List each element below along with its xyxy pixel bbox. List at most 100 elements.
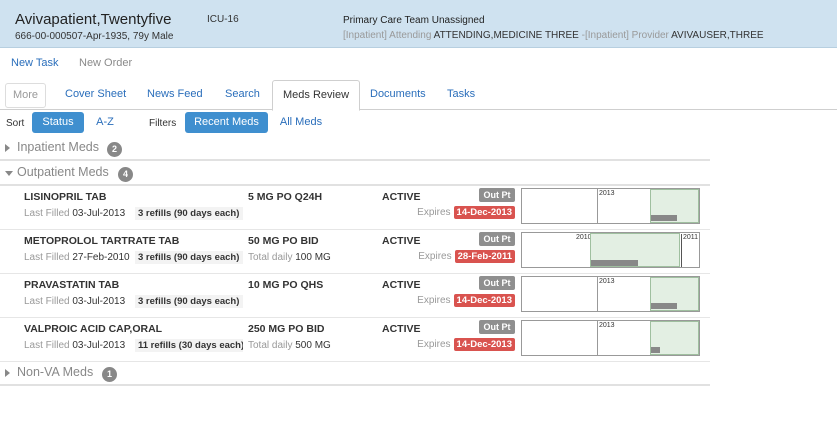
timeline-fill-bar <box>651 215 677 221</box>
filter-recent-meds-button[interactable]: Recent Meds <box>185 112 268 133</box>
last-filled-label: Last Filled <box>24 340 70 351</box>
tab-news-feed[interactable]: News Feed <box>147 88 203 100</box>
total-daily-value: 500 MG <box>295 340 331 351</box>
outpatient-badge: Out Pt <box>479 320 515 334</box>
refills-info: 3 refills (90 days each) <box>135 251 243 264</box>
caret-right-icon <box>5 369 10 377</box>
group-title: Outpatient Meds <box>17 165 109 179</box>
timeline-year-label: 2013 <box>599 322 615 329</box>
group-non-va-meds[interactable]: Non-VA Meds 1 <box>0 361 710 386</box>
group-title: Non-VA Meds <box>17 365 94 379</box>
med-dose: 5 MG PO Q24H <box>248 191 323 203</box>
attending-provider-line: [Inpatient] Attending ATTENDING,MEDICINE… <box>343 30 764 41</box>
count-badge: 1 <box>102 367 117 382</box>
outpatient-badge: Out Pt <box>479 276 515 290</box>
expires-label: Expires <box>417 207 451 218</box>
timeline-divider <box>597 321 598 355</box>
med-row[interactable]: VALPROIC ACID CAP,ORAL Last Filled 03-Ju… <box>0 318 710 362</box>
sort-az-button[interactable]: A-Z <box>88 112 122 133</box>
care-team: Primary Care Team Unassigned <box>343 15 485 26</box>
patient-header: Avivapatient,Twentyfive 666-00-000507-Ap… <box>0 0 837 48</box>
patient-location: ICU-16 <box>207 14 239 25</box>
last-filled: Last Filled 27-Feb-2010 <box>24 252 130 263</box>
expires: Expires 14-Dec-2013 <box>382 338 515 351</box>
count-badge: 4 <box>118 167 133 182</box>
last-filled: Last Filled 03-Jul-2013 <box>24 296 125 307</box>
med-timeline[interactable]: 2013 <box>521 188 700 224</box>
timeline-fill-bar <box>591 260 638 266</box>
med-row[interactable]: METOPROLOL TARTRATE TAB Last Filled 27-F… <box>0 230 710 274</box>
refills-info: 3 refills (90 days each) <box>135 207 243 220</box>
timeline-fill-bar <box>651 347 660 353</box>
attending-value: ATTENDING,MEDICINE THREE <box>433 30 579 41</box>
total-daily: Total daily 500 MG <box>248 340 331 351</box>
timeline-divider <box>597 189 598 223</box>
expiration-date-badge: 14-Dec-2013 <box>453 294 515 307</box>
expires: Expires 14-Dec-2013 <box>382 206 515 219</box>
expires: Expires 14-Dec-2013 <box>382 294 515 307</box>
expiration-date-badge: 14-Dec-2013 <box>453 338 515 351</box>
last-filled-label: Last Filled <box>24 252 70 263</box>
group-title: Inpatient Meds <box>17 140 99 154</box>
last-filled-date: 03-Jul-2013 <box>72 208 126 219</box>
total-daily-label: Total daily <box>248 252 293 263</box>
attending-label: [Inpatient] Attending <box>343 30 432 41</box>
med-name: VALPROIC ACID CAP,ORAL <box>24 323 163 335</box>
last-filled-date: 03-Jul-2013 <box>72 340 126 351</box>
count-badge: 2 <box>107 142 122 157</box>
filters-label: Filters <box>149 118 177 129</box>
group-inpatient-meds[interactable]: Inpatient Meds 2 <box>0 136 710 161</box>
sort-label: Sort <box>6 118 25 129</box>
patient-name[interactable]: Avivapatient,Twentyfive <box>15 11 171 28</box>
total-daily-label: Total daily <box>248 340 293 351</box>
group-outpatient-meds[interactable]: Outpatient Meds 4 <box>0 161 710 186</box>
expires: Expires 28-Feb-2011 <box>382 250 515 263</box>
sort-status-button[interactable]: Status <box>32 112 84 133</box>
outpatient-badge: Out Pt <box>479 188 515 202</box>
timeline-year-label: 2013 <box>599 190 615 197</box>
expiration-date-badge: 14-Dec-2013 <box>453 206 515 219</box>
med-name: METOPROLOL TARTRATE TAB <box>24 235 180 247</box>
med-dose: 250 MG PO BID <box>248 323 325 335</box>
med-timeline[interactable]: 2013 <box>521 276 700 312</box>
new-order-link[interactable]: New Order <box>79 57 132 69</box>
med-status: ACTIVE <box>382 235 421 247</box>
med-timeline[interactable]: 2013 <box>521 320 700 356</box>
timeline-divider <box>597 277 598 311</box>
tab-search[interactable]: Search <box>225 88 260 100</box>
med-name: PRAVASTATIN TAB <box>24 279 120 291</box>
med-row[interactable]: PRAVASTATIN TAB Last Filled 03-Jul-2013 … <box>0 274 710 318</box>
timeline-year-label: 2011 <box>683 234 699 241</box>
more-button[interactable]: More <box>5 83 46 108</box>
med-row[interactable]: LISINOPRIL TAB Last Filled 03-Jul-2013 3… <box>0 186 710 230</box>
caret-down-icon <box>5 171 13 176</box>
expires-label: Expires <box>417 295 451 306</box>
last-filled-label: Last Filled <box>24 296 70 307</box>
refills-info: 11 refills (30 days each) <box>135 339 243 352</box>
caret-right-icon <box>5 144 10 152</box>
expires-label: Expires <box>418 251 452 262</box>
expiration-date-badge: 28-Feb-2011 <box>454 250 515 263</box>
med-status: ACTIVE <box>382 191 421 203</box>
med-name: LISINOPRIL TAB <box>24 191 107 203</box>
last-filled-date: 03-Jul-2013 <box>72 296 126 307</box>
timeline-today-marker <box>681 234 682 267</box>
last-filled: Last Filled 03-Jul-2013 <box>24 208 125 219</box>
med-status: ACTIVE <box>382 323 421 335</box>
med-dose: 10 MG PO QHS <box>248 279 324 291</box>
expires-label: Expires <box>417 339 451 350</box>
new-task-link[interactable]: New Task <box>11 57 58 69</box>
med-dose: 50 MG PO BID <box>248 235 319 247</box>
last-filled-label: Last Filled <box>24 208 70 219</box>
tab-cover-sheet[interactable]: Cover Sheet <box>65 88 126 100</box>
tab-bar: More Cover Sheet News Feed Search Meds R… <box>0 80 837 111</box>
tab-documents[interactable]: Documents <box>370 88 426 100</box>
med-timeline[interactable]: 2010 2011 <box>521 232 700 268</box>
tab-meds-review[interactable]: Meds Review <box>272 80 361 111</box>
last-filled-date: 27-Feb-2010 <box>72 252 130 263</box>
refills-info: 3 refills (90 days each) <box>135 295 243 308</box>
filter-all-meds-button[interactable]: All Meds <box>272 112 330 133</box>
provider-value: AVIVAUSER,THREE <box>671 30 764 41</box>
patient-identifiers: 666-00-000507-Apr-1935, 79y Male <box>15 31 174 42</box>
tab-tasks[interactable]: Tasks <box>447 88 475 100</box>
